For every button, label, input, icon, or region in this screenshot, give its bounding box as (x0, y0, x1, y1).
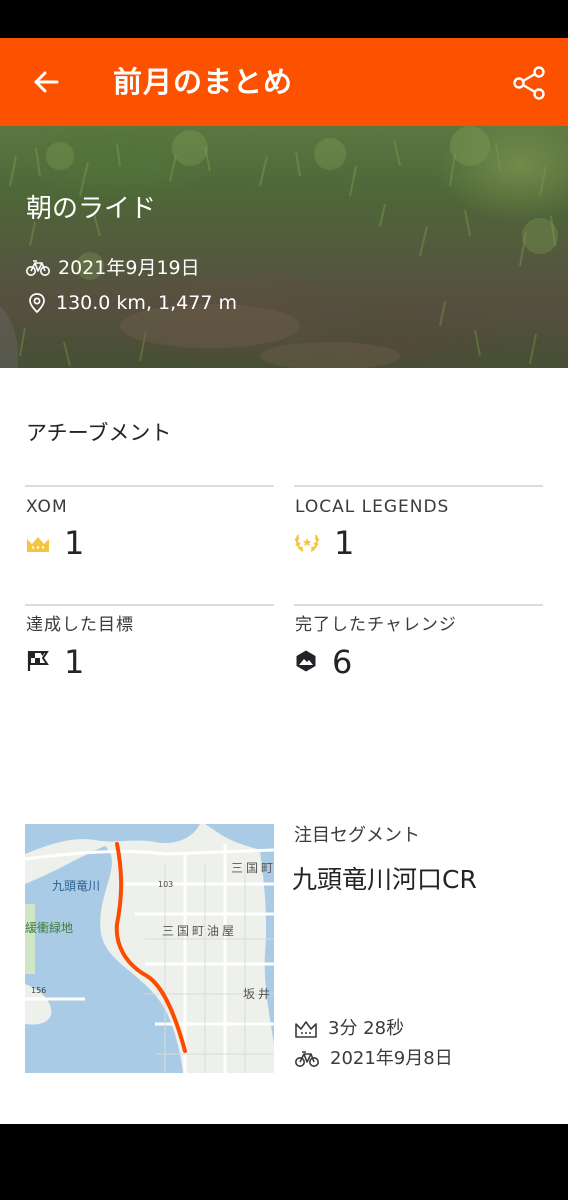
ride-photo-card[interactable]: 朝のライド 2021年9月19日 130.0 km, 1,477 m (0, 126, 568, 368)
map-label-town2: 三国町 (231, 861, 274, 875)
divider (294, 485, 543, 487)
ride-stats-row: 130.0 km, 1,477 m (26, 290, 237, 316)
goals-stat[interactable]: 1 (26, 642, 84, 682)
share-icon (513, 66, 545, 100)
navigation-bar (0, 1124, 568, 1200)
achievements-title: アチーブメント (26, 421, 172, 445)
xom-stat[interactable]: 1 (26, 523, 84, 563)
ride-distance-elevation: 130.0 km, 1,477 m (56, 292, 237, 314)
map-label-park: 緩衝緑地 (25, 920, 73, 935)
map-label-road1: 103 (158, 880, 173, 889)
ride-date: 2021年9月19日 (58, 257, 200, 279)
bike-icon (26, 260, 50, 276)
status-bar (0, 0, 568, 38)
xom-label: XOM (26, 497, 68, 517)
bike-icon (295, 1051, 319, 1067)
time-crown-icon (295, 1021, 317, 1038)
challenges-label: 完了したチャレンジ (295, 615, 457, 635)
arrow-left-icon (34, 71, 59, 93)
map-label-road2: 156 (31, 986, 46, 995)
segment-section-label: 注目セグメント (294, 825, 420, 846)
segment-date-row: 2021年9月8日 (294, 1047, 453, 1071)
segment-name[interactable]: 九頭竜川河口CR (292, 862, 477, 898)
local-legends-label: LOCAL LEGENDS (295, 497, 450, 517)
segment-time-row: 3分 28秒 (294, 1017, 404, 1041)
laurel-icon (294, 523, 320, 563)
crown-icon (26, 523, 50, 563)
goal-flag-icon (26, 642, 50, 682)
divider (25, 485, 274, 487)
photo-shade (0, 126, 568, 368)
local-legends-count: 1 (334, 524, 355, 562)
location-pin-icon (29, 293, 45, 314)
map-label-town3: 坂井 (243, 987, 273, 1001)
app-bar: 前月のまとめ (0, 38, 568, 126)
map-label-river: 九頭竜川 (52, 879, 100, 893)
ride-title: 朝のライド (26, 194, 157, 224)
ride-date-row: 2021年9月19日 (26, 255, 200, 281)
challenges-stat[interactable]: 6 (294, 642, 352, 682)
divider (294, 604, 543, 606)
segment-date: 2021年9月8日 (330, 1048, 453, 1069)
challenges-count: 6 (332, 643, 353, 681)
map-graphic: 九頭竜川 緩衝緑地 三国町油屋 三国町 坂井 103 156 (25, 824, 274, 1073)
local-legends-stat[interactable]: 1 (294, 523, 354, 563)
back-button[interactable] (26, 62, 66, 102)
challenge-badge-icon (294, 642, 318, 682)
xom-count: 1 (64, 524, 85, 562)
segment-map[interactable]: 九頭竜川 緩衝緑地 三国町油屋 三国町 坂井 103 156 (25, 824, 274, 1073)
segment-time: 3分 28秒 (328, 1018, 405, 1039)
map-label-town1: 三国町油屋 (162, 924, 237, 938)
share-button[interactable] (510, 64, 548, 102)
goals-count: 1 (64, 643, 85, 681)
divider (25, 604, 274, 606)
page-title: 前月のまとめ (113, 65, 294, 99)
goals-label: 達成した目標 (26, 615, 134, 635)
